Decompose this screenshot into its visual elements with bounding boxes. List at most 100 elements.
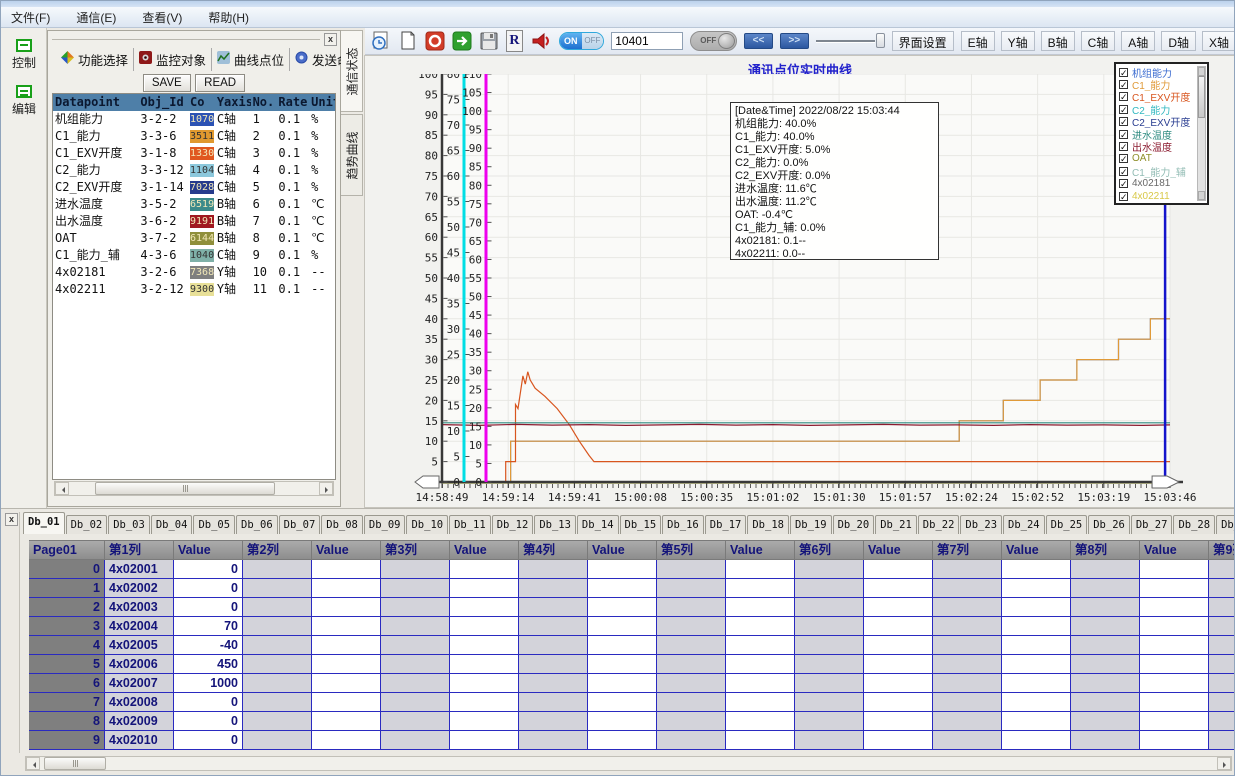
legend-checkbox[interactable]: ✓	[1119, 167, 1128, 176]
legend-checkbox[interactable]: ✓	[1119, 80, 1128, 89]
db-table-row[interactable]: 24x020030	[29, 598, 1235, 617]
legend-checkbox[interactable]: ✓	[1119, 179, 1128, 188]
legend-item[interactable]: ✓C1_能力	[1119, 78, 1206, 90]
db-tab-Db_16[interactable]: Db_16	[662, 515, 704, 534]
panel-tab-曲线点位[interactable]: 曲线点位	[212, 48, 290, 71]
panel-tab-功能选择[interactable]: 功能选择	[56, 48, 134, 71]
slider-knob[interactable]	[718, 33, 735, 49]
datapoint-row[interactable]: 4x021813-2-67368Y轴100.1--	[53, 264, 335, 281]
datapoint-row[interactable]: C2_EXV开度3-1-147028C轴50.1%	[53, 179, 335, 196]
db-tab-Db_10[interactable]: Db_10	[406, 515, 448, 534]
db-tab-Db_19[interactable]: Db_19	[790, 515, 832, 534]
db-tab-Db_05[interactable]: Db_05	[193, 515, 235, 534]
sidebar-item-control[interactable]: 控制	[4, 36, 44, 74]
r-button[interactable]: R	[506, 30, 523, 52]
menu-item[interactable]: 通信(E)	[76, 9, 116, 26]
db-tab-Db_07[interactable]: Db_07	[279, 515, 321, 534]
db-tab-Db_04[interactable]: Db_04	[151, 515, 193, 534]
trackbar-handle[interactable]	[876, 33, 885, 48]
on-off-toggle[interactable]: ON OFF	[559, 32, 604, 50]
legend-scroll-up-icon[interactable]	[1198, 67, 1205, 76]
legend-item[interactable]: ✓进水温度	[1119, 128, 1206, 140]
db-tab-Db_13[interactable]: Db_13	[534, 515, 576, 534]
db-table-row[interactable]: 94x020100	[29, 731, 1235, 750]
legend-checkbox[interactable]: ✓	[1119, 105, 1128, 114]
run-icon[interactable]	[452, 30, 472, 52]
legend-checkbox[interactable]: ✓	[1119, 117, 1128, 126]
db-tab-Db_23[interactable]: Db_23	[960, 515, 1002, 534]
legend-item[interactable]: ✓C1_能力_辅	[1119, 165, 1206, 177]
sidebar-item-edit[interactable]: 编辑	[4, 82, 44, 120]
db-tab-Db_27[interactable]: Db_27	[1131, 515, 1173, 534]
legend-item[interactable]: ✓4x02181	[1119, 178, 1206, 190]
db-tab-Db_25[interactable]: Db_25	[1046, 515, 1088, 534]
legend-item[interactable]: ✓出水温度	[1119, 140, 1206, 152]
legend-item[interactable]: ✓C1_EXV开度	[1119, 91, 1206, 103]
legend-item[interactable]: ✓C2_EXV开度	[1119, 116, 1206, 128]
db-tab-Db_02[interactable]: Db_02	[66, 515, 108, 534]
legend-checkbox[interactable]: ✓	[1119, 192, 1128, 201]
datapoint-row[interactable]: 进水温度3-5-26519B轴60.1℃	[53, 196, 335, 213]
db-table-row[interactable]: 44x02005-40	[29, 636, 1235, 655]
db-tab-Db_03[interactable]: Db_03	[108, 515, 150, 534]
scroll-right-arrow-icon[interactable]	[1217, 757, 1231, 770]
db-tab-Db_09[interactable]: Db_09	[364, 515, 406, 534]
alarm-mute-icon[interactable]	[530, 30, 552, 52]
db-table-row[interactable]: 14x020020	[29, 579, 1235, 598]
datapoint-row[interactable]: 出水温度3-6-29191B轴70.1℃	[53, 213, 335, 230]
address-input[interactable]	[611, 32, 683, 50]
datapoint-row[interactable]: C1_EXV开度3-1-81330C轴30.1%	[53, 145, 335, 162]
legend-checkbox[interactable]: ✓	[1119, 154, 1128, 163]
db-tab-Db_21[interactable]: Db_21	[875, 515, 917, 534]
menu-item[interactable]: 帮助(H)	[208, 9, 249, 26]
stop-icon[interactable]	[425, 30, 445, 52]
axis-button-C轴[interactable]: C轴	[1081, 31, 1116, 51]
db-tab-Db_18[interactable]: Db_18	[747, 515, 789, 534]
scroll-forward-button[interactable]: >>	[780, 33, 809, 49]
axis-button-D轴[interactable]: D轴	[1161, 31, 1196, 51]
db-tab-Db_22[interactable]: Db_22	[918, 515, 960, 534]
tab-trend-curve[interactable]: 趋势曲线	[341, 114, 363, 196]
db-table-row[interactable]: 84x020090	[29, 712, 1235, 731]
legend-scrollbar-thumb[interactable]	[1198, 76, 1205, 118]
read-button[interactable]: READ	[195, 74, 245, 92]
legend-scrollbar[interactable]	[1197, 66, 1206, 201]
datapoint-row[interactable]: C1_能力_辅4-3-61040C轴90.1%	[53, 247, 335, 264]
db-table-row[interactable]: 34x0200470	[29, 617, 1235, 636]
new-document-icon[interactable]	[398, 30, 418, 52]
menu-item[interactable]: 查看(V)	[142, 9, 182, 26]
ui-settings-button[interactable]: 界面设置	[892, 31, 954, 51]
db-tab-Db_11[interactable]: Db_11	[449, 515, 491, 534]
datapoint-row[interactable]: 机组能力3-2-21070C轴10.1%	[53, 111, 335, 128]
db-tab-Db_24[interactable]: Db_24	[1003, 515, 1045, 534]
panel-tab-监控对象[interactable]: 监控对象	[134, 48, 212, 71]
db-tab-Db_29[interactable]: Db_29	[1216, 515, 1235, 534]
save-button[interactable]: SAVE	[143, 74, 191, 92]
db-tab-Db_20[interactable]: Db_20	[833, 515, 875, 534]
scroll-back-button[interactable]: <<	[744, 33, 773, 49]
axis-button-X轴[interactable]: X轴	[1202, 31, 1235, 51]
db-table-row[interactable]: 54x02006450	[29, 655, 1235, 674]
database-panel-close-button[interactable]: x	[5, 513, 18, 526]
datapoint-row[interactable]: C2_能力3-3-121104C轴40.1%	[53, 162, 335, 179]
legend-checkbox[interactable]: ✓	[1119, 68, 1128, 77]
scrollbar-thumb[interactable]	[44, 757, 106, 770]
db-table-row[interactable]: 74x020080	[29, 693, 1235, 712]
panel-close-button[interactable]: x	[324, 33, 337, 46]
legend-checkbox[interactable]: ✓	[1119, 130, 1128, 139]
datapoint-row[interactable]: OAT3-7-26144B轴80.1℃	[53, 230, 335, 247]
scroll-left-arrow-icon[interactable]	[55, 482, 69, 495]
scrollbar-thumb[interactable]	[95, 482, 275, 495]
zoom-trackbar[interactable]	[816, 32, 885, 50]
db-tab-Db_28[interactable]: Db_28	[1173, 515, 1215, 534]
db-table-row[interactable]: 04x020010	[29, 560, 1235, 579]
tab-comm-status[interactable]: 通信状态	[341, 30, 363, 112]
db-tab-Db_14[interactable]: Db_14	[577, 515, 619, 534]
db-tab-Db_08[interactable]: Db_08	[321, 515, 363, 534]
menu-item[interactable]: 文件(F)	[11, 9, 50, 26]
db-tab-Db_15[interactable]: Db_15	[620, 515, 662, 534]
save-icon[interactable]	[479, 30, 499, 52]
datapoint-grid-hscrollbar[interactable]	[54, 481, 334, 496]
db-tab-Db_06[interactable]: Db_06	[236, 515, 278, 534]
datapoint-row[interactable]: 4x022113-2-129300Y轴110.1--	[53, 281, 335, 298]
